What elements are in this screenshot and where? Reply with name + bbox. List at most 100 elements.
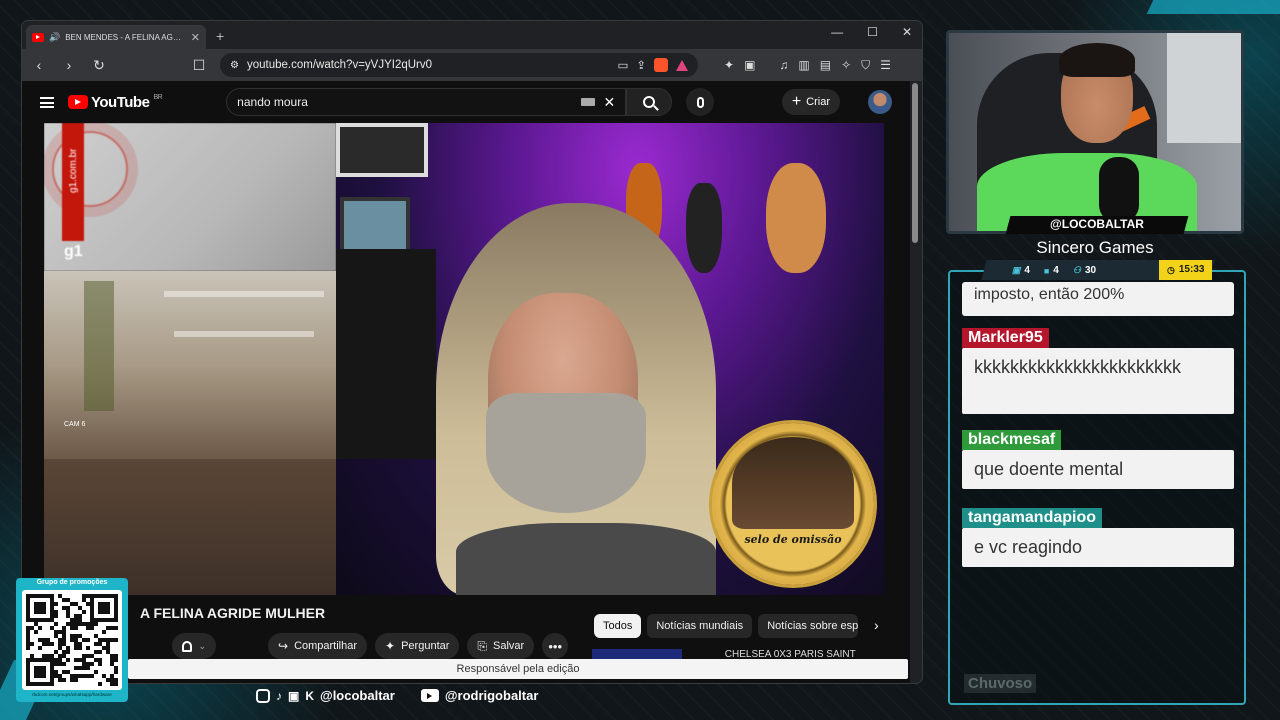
music-icon[interactable]: ♫ [779, 58, 788, 73]
scrollbar-thumb[interactable] [912, 83, 918, 243]
back-button[interactable]: ‹ [30, 57, 48, 73]
wall-picture [336, 123, 428, 177]
cast-icon[interactable]: ▭ [617, 58, 628, 72]
follower-count-value: 30 [1085, 264, 1097, 276]
stream-stats-bar: ▣ 4 ■ 4 ⚇ 30 ◷ 15:33 [981, 260, 1215, 280]
bookmark-icon[interactable]: ☐ [190, 57, 208, 74]
window-controls: — ☐ ✕ [831, 25, 912, 39]
chat-message: blackmesaf que doente mental [962, 430, 1234, 489]
promo-qr-card: Grupo de promoções rbdcom.net/groups/wha… [16, 578, 128, 702]
kick-icon: K [305, 688, 315, 703]
speaker-icon[interactable]: 🔊 [49, 32, 60, 43]
blurred-footage [44, 459, 336, 595]
create-button[interactable]: + Criar [781, 89, 840, 115]
youtube-header: YouTube BR nando moura ✕ + Criar [22, 81, 910, 123]
qr-code [22, 590, 122, 690]
streamer-shirt [456, 523, 716, 595]
hamburger-menu-icon[interactable] [40, 96, 54, 108]
brave-shields-icon[interactable] [654, 58, 668, 72]
screenshot-icon[interactable]: ▣ [744, 58, 755, 73]
minimize-button[interactable]: — [831, 25, 843, 39]
keyboard-icon[interactable] [581, 98, 596, 106]
extensions-bar: ✦ ▣ ♫ ▥ ▤ ✧ ⛉ ☰ [724, 58, 891, 73]
instagram-icon [256, 688, 270, 703]
chevron-down-icon: ⌄ [198, 640, 206, 651]
vpn-icon[interactable]: ⛉ [861, 58, 870, 73]
brave-rewards-icon[interactable] [676, 59, 688, 71]
mic-icon [696, 96, 704, 108]
sidebar-icon[interactable]: ▥ [798, 58, 809, 73]
cctv-shelf [174, 331, 314, 337]
g1-logo: g1 [64, 243, 83, 260]
users-icon: ⚇ [1073, 264, 1082, 275]
chat-username: tangamandapioo [962, 508, 1103, 528]
chip-all[interactable]: Todos [594, 614, 642, 638]
cctv-camera-label: CAM 6 [64, 421, 86, 428]
news-clip-frame: g1.com.br g1 [44, 123, 336, 271]
site-settings-icon[interactable]: ⚙ [230, 60, 239, 71]
page-scrollbar[interactable] [912, 83, 918, 679]
social-handle-1: @locobaltar [320, 688, 395, 703]
leo-ai-icon[interactable]: ✧ [841, 58, 851, 73]
tab-close-icon[interactable]: ✕ [191, 31, 200, 44]
cctv-shelf [164, 291, 324, 297]
chip-news-about[interactable]: Notícias sobre esp [758, 614, 859, 638]
share-page-icon[interactable]: ⇪ [636, 58, 646, 72]
video-player[interactable]: g1.com.br g1 CAM 6 selo de omissão [44, 123, 884, 595]
channel-name: Sincero Games [1036, 238, 1154, 257]
video-count-value: 4 [1053, 264, 1060, 276]
chip-world-news[interactable]: Notícias mundiais [647, 614, 753, 638]
clear-search-icon[interactable]: ✕ [603, 94, 615, 111]
tab-title: BEN MENDES - A FELINA AGRIDE M [65, 32, 186, 42]
chat-username: Markler95 [962, 328, 1049, 348]
qr-module [114, 682, 118, 686]
search-button[interactable] [626, 88, 673, 116]
close-window-button[interactable]: ✕ [902, 25, 912, 39]
chat-username: blackmesaf [962, 430, 1062, 450]
avatar[interactable] [868, 90, 892, 114]
new-tab-button[interactable]: + [216, 28, 224, 44]
share-button[interactable]: ↪ Compartilhar [268, 633, 368, 659]
clock-icon: ◷ [1166, 265, 1175, 275]
notifications-button[interactable]: ⌄ [172, 633, 216, 659]
more-actions-button[interactable]: ••• [542, 633, 569, 659]
tab-active[interactable]: 🔊 BEN MENDES - A FELINA AGRIDE M ✕ [26, 25, 206, 49]
edit-credit-banner: Responsável pela edição [128, 659, 908, 679]
wall-picture [340, 197, 410, 257]
maximize-button[interactable]: ☐ [867, 25, 878, 39]
chat-message-partial: imposto, então 200% [962, 282, 1234, 316]
forward-button[interactable]: › [60, 57, 78, 73]
address-bar: ‹ › ↻ ☐ ⚙ youtube.com/watch?v=yVJYI2qUrv… [22, 49, 922, 81]
chips-next-icon[interactable]: › [874, 617, 879, 633]
share-icon: ↪ [278, 639, 289, 653]
ask-label: Perguntar [401, 640, 450, 652]
twitch-icon: ▣ [288, 688, 300, 703]
share-label: Compartilhar [294, 640, 358, 652]
wallet-icon[interactable]: ▤ [820, 58, 831, 73]
url-text: youtube.com/watch?v=yVJYI2qUrv0 [246, 59, 433, 71]
search-icon [643, 96, 656, 108]
reload-button[interactable]: ↻ [90, 57, 108, 74]
streamer-hair [1059, 43, 1135, 77]
streamer-handle: @LOCOBALTAR [1050, 217, 1144, 231]
cctv-door [84, 281, 114, 411]
url-field[interactable]: ⚙ youtube.com/watch?v=yVJYI2qUrv0 ▭ ⇪ [220, 53, 698, 77]
extensions-icon[interactable]: ✦ [724, 58, 734, 73]
chat-text: kkkkkkkkkkkkkkkkkkkkkkk [962, 348, 1234, 414]
tiktok-icon: ♪ [276, 688, 282, 703]
cctv-footage: CAM 6 [44, 271, 336, 459]
recommendation-chips: Todos Notícias mundiais Notícias sobre e… [594, 614, 859, 638]
webcam-feed [946, 30, 1244, 234]
menu-icon[interactable]: ☰ [880, 58, 891, 73]
video-actions: ⌄ ↪ Compartilhar ✦ Perguntar ⎘ Salvar ••… [172, 633, 569, 659]
social-handles: ♪ ▣ K @locobaltar @rodrigobaltar [256, 688, 538, 703]
video-title: A FELINA AGRIDE MULHER [140, 605, 326, 621]
tab-bar: 🔊 BEN MENDES - A FELINA AGRIDE M ✕ + — ☐… [22, 21, 922, 49]
save-button[interactable]: ⎘ Salvar [467, 633, 535, 659]
video-count: ■ 4 [1044, 265, 1059, 276]
youtube-logo[interactable]: YouTube BR [68, 94, 163, 111]
follower-count: ⚇ 30 [1073, 265, 1096, 276]
voice-search-button[interactable] [686, 88, 715, 116]
search-input[interactable]: nando moura ✕ [226, 88, 627, 116]
ask-button[interactable]: ✦ Perguntar [375, 633, 460, 659]
